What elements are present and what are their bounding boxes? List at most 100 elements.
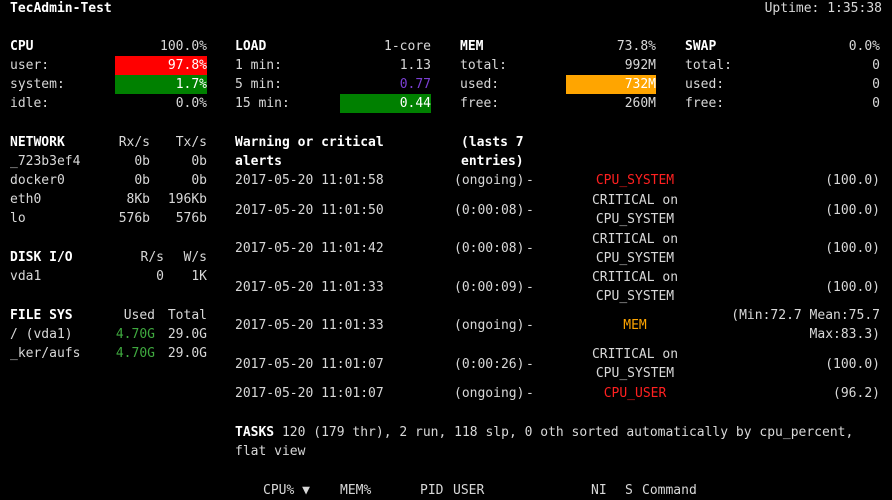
alert-type-line2: CPU_SYSTEM (595, 251, 675, 266)
column-mem[interactable]: MEM% (340, 481, 371, 500)
mem-used-value: 732M (624, 77, 656, 92)
swap-percent: 0.0% (848, 39, 880, 54)
file-sys-total-header: Total (167, 308, 207, 323)
column-command[interactable]: Command (642, 481, 697, 500)
network-title: NETWORK (10, 135, 65, 150)
alert-duration: (0:00:08) (454, 203, 525, 218)
alert-dash: - (526, 280, 534, 295)
disk-io-read-header: R/s (140, 250, 164, 265)
alerts-count-line2: entries) (461, 154, 524, 169)
file-sys-total-value: 29.0G (167, 346, 207, 361)
alert-type-line2: CPU_SYSTEM (595, 212, 675, 227)
alert-time: 2017-05-20 11:01:42 (235, 241, 384, 256)
network-iface-rx: 8Kb (126, 192, 150, 207)
alert-value: (100.0) (825, 280, 880, 295)
network-iface-name: _723b3ef4 (10, 154, 81, 169)
alert-time: 2017-05-20 11:01:50 (235, 203, 384, 218)
alert-dash: - (526, 357, 534, 372)
column-ni[interactable]: NI (591, 481, 607, 500)
load-5min-value: 0.77 (399, 77, 431, 92)
alert-dash: - (526, 318, 534, 333)
alert-type: CPU_USER (603, 386, 667, 401)
mem-total-value: 992M (624, 58, 656, 73)
alert-value-line2: Max:83.3) (809, 327, 880, 342)
cpu-title: CPU (10, 39, 34, 54)
alert-value: (96.2) (833, 386, 880, 401)
alert-type-line1: CRITICAL on (591, 193, 679, 208)
disk-io-write-value: 1K (191, 269, 207, 284)
uptime: Uptime: 1:35:38 (764, 1, 882, 16)
file-sys-used-header: Used (123, 308, 155, 323)
swap-free-label: free: (685, 96, 725, 111)
swap-total-value: 0 (872, 58, 880, 73)
cpu-system-label: system: (10, 77, 65, 92)
tasks-detail: 120 (179 thr), 2 run, 118 slp, 0 oth sor… (281, 425, 854, 440)
file-sys-used-value: 4.70G (115, 346, 155, 361)
alert-type-line1: CRITICAL on (591, 270, 679, 285)
load-1min-value: 1.13 (399, 58, 431, 73)
alert-duration: (0:00:26) (454, 357, 525, 372)
cpu-system-value: 1.7% (175, 77, 207, 92)
network-iface-tx: 0b (191, 154, 207, 169)
disk-io-read-value: 0 (156, 269, 164, 284)
load-title: LOAD (235, 39, 267, 54)
alert-value: (100.0) (825, 173, 880, 188)
mem-total-label: total: (460, 58, 507, 73)
network-tx-header: Tx/s (175, 135, 207, 150)
tasks-label: TASKS (235, 425, 275, 440)
alert-time: 2017-05-20 11:01:07 (235, 386, 384, 401)
mem-used-label: used: (460, 77, 500, 92)
column-user[interactable]: USER (453, 481, 484, 500)
cpu-user-value: 97.8% (167, 58, 207, 73)
network-iface-tx: 576b (175, 211, 207, 226)
alert-time: 2017-05-20 11:01:58 (235, 173, 384, 188)
swap-used-label: used: (685, 77, 725, 92)
alert-value: (100.0) (825, 203, 880, 218)
alert-duration: (ongoing) (454, 386, 525, 401)
network-iface-rx: 576b (118, 211, 150, 226)
column-status[interactable]: S (625, 481, 633, 500)
file-sys-title: FILE SYS (10, 308, 73, 323)
alert-value-line1: (Min:72.7 Mean:75.7 (731, 308, 880, 323)
tasks-view-mode: flat view (235, 444, 306, 459)
column-cpu-sort[interactable]: CPU% ▼ (263, 481, 310, 500)
swap-free-value: 0 (872, 96, 880, 111)
alert-type-line2: CPU_SYSTEM (595, 366, 675, 381)
alert-duration: (0:00:09) (454, 280, 525, 295)
cpu-total: 100.0% (160, 39, 207, 54)
network-rx-header: Rx/s (118, 135, 150, 150)
file-sys-mount: _ker/aufs (10, 346, 81, 361)
alert-type-line1: CRITICAL on (591, 347, 679, 362)
alert-dash: - (526, 241, 534, 256)
alert-value: (100.0) (825, 357, 880, 372)
alert-dash: - (526, 173, 534, 188)
swap-title: SWAP (685, 39, 717, 54)
load-cores: 1-core (384, 39, 431, 54)
alert-duration: (ongoing) (454, 318, 525, 333)
cpu-idle-label: idle: (10, 96, 50, 111)
network-iface-name: eth0 (10, 192, 42, 207)
disk-io-device: vda1 (10, 269, 42, 284)
alert-time: 2017-05-20 11:01:07 (235, 357, 384, 372)
network-iface-rx: 0b (134, 154, 150, 169)
swap-total-label: total: (685, 58, 732, 73)
alert-duration: (0:00:08) (454, 241, 525, 256)
mem-free-label: free: (460, 96, 500, 111)
mem-free-value: 260M (624, 96, 656, 111)
cpu-user-label: user: (10, 58, 50, 73)
alert-type-line1: CRITICAL on (591, 232, 679, 247)
file-sys-mount: / (vda1) (10, 327, 73, 342)
column-pid[interactable]: PID (420, 481, 443, 500)
alert-time: 2017-05-20 11:01:33 (235, 318, 384, 333)
disk-io-write-header: W/s (183, 250, 207, 265)
alerts-title-line2: alerts (235, 154, 282, 169)
alert-duration: (ongoing) (454, 173, 525, 188)
alert-time: 2017-05-20 11:01:33 (235, 280, 384, 295)
swap-used-value: 0 (872, 77, 880, 92)
load-1min-label: 1 min: (235, 58, 282, 73)
cpu-idle-value: 0.0% (175, 96, 207, 111)
disk-io-title: DISK I/O (10, 250, 73, 265)
load-15min-label: 15 min: (235, 96, 290, 111)
alert-type-line2: CPU_SYSTEM (595, 289, 675, 304)
alert-dash: - (526, 203, 534, 218)
